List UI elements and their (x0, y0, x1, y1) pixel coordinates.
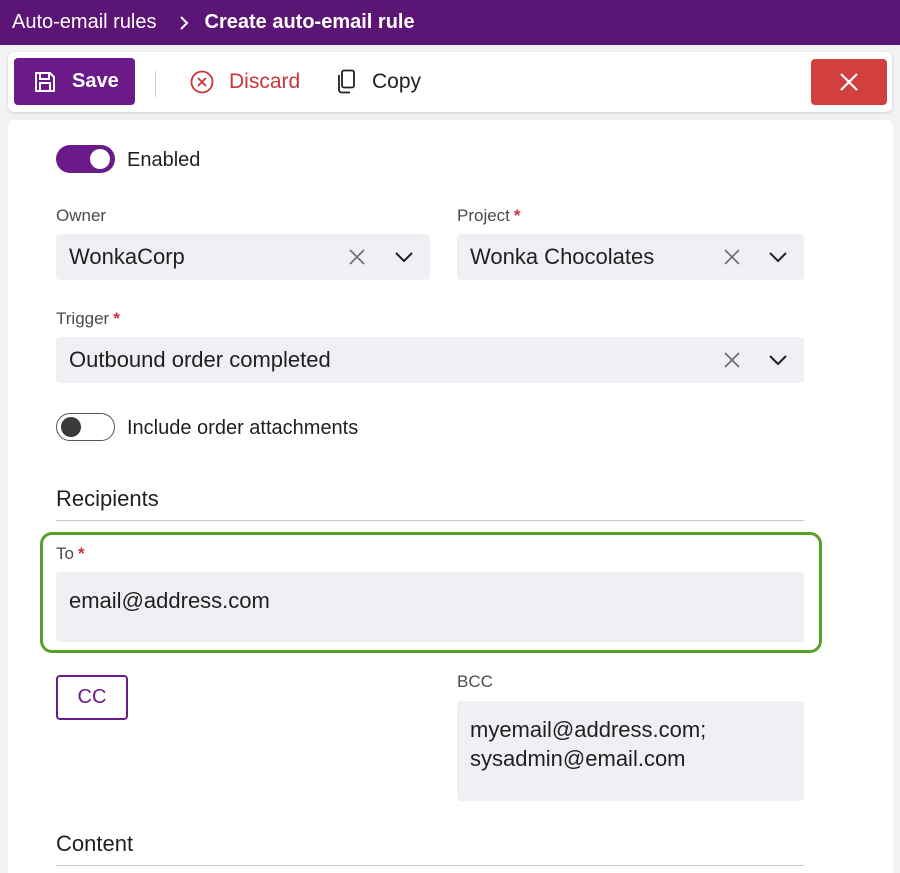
chevron-down-icon[interactable] (769, 354, 787, 366)
content-section-title: Content (56, 831, 134, 856)
toggle-knob (90, 149, 110, 169)
discard-button-label: Discard (229, 70, 301, 93)
trigger-select[interactable]: Outbound order completed (56, 337, 804, 383)
save-button-label: Save (72, 70, 119, 92)
clear-icon[interactable] (723, 351, 741, 369)
enabled-label: Enabled (127, 149, 201, 171)
project-label: Project * (457, 206, 521, 225)
to-input[interactable]: email@address.com (56, 572, 804, 642)
project-select[interactable]: Wonka Chocolates (457, 234, 804, 280)
chevron-down-icon[interactable] (395, 251, 413, 263)
discard-button[interactable]: Discard (190, 64, 300, 100)
toolbar: Save Discard Copy (8, 52, 892, 112)
bcc-label: BCC (457, 672, 493, 691)
project-value: Wonka Chocolates (470, 244, 655, 269)
owner-value: WonkaCorp (69, 244, 185, 269)
cc-button-label: CC (77, 686, 107, 708)
trigger-label: Trigger * (56, 309, 120, 328)
trigger-value: Outbound order completed (69, 347, 331, 372)
recipients-section-title: Recipients (56, 486, 159, 511)
bcc-line: myemail@address.com; (470, 717, 707, 742)
toolbar-divider (155, 71, 156, 97)
bcc-line: sysadmin@email.com (470, 746, 686, 771)
page-title: Create auto-email rule (204, 11, 415, 33)
breadcrumb-parent-link[interactable]: Auto-email rules (12, 11, 157, 34)
section-divider (56, 520, 804, 521)
owner-select[interactable]: WonkaCorp (56, 234, 430, 280)
bcc-input[interactable]: myemail@address.com; sysadmin@email.com (457, 701, 804, 801)
save-button[interactable]: Save (14, 58, 135, 105)
cc-button[interactable]: CC (56, 675, 128, 720)
discard-icon (190, 70, 214, 94)
enabled-toggle[interactable] (56, 145, 115, 173)
close-button[interactable] (811, 59, 887, 105)
save-icon (35, 71, 55, 92)
clear-icon[interactable] (723, 248, 741, 266)
copy-icon (338, 69, 355, 94)
owner-label: Owner (56, 206, 107, 225)
to-label: To * (56, 544, 85, 563)
include-attachments-toggle[interactable] (56, 413, 115, 441)
chevron-right-icon (179, 15, 189, 30)
copy-button-label: Copy (372, 70, 422, 93)
chevron-down-icon[interactable] (769, 251, 787, 263)
toggle-knob (61, 417, 81, 437)
include-attachments-label: Include order attachments (127, 417, 359, 439)
section-divider (56, 865, 804, 866)
clear-icon[interactable] (348, 248, 366, 266)
copy-button[interactable]: Copy (336, 64, 421, 100)
close-icon (840, 73, 858, 91)
breadcrumb: Auto-email rules Create auto-email rule (0, 0, 900, 45)
to-value: email@address.com (69, 588, 270, 613)
